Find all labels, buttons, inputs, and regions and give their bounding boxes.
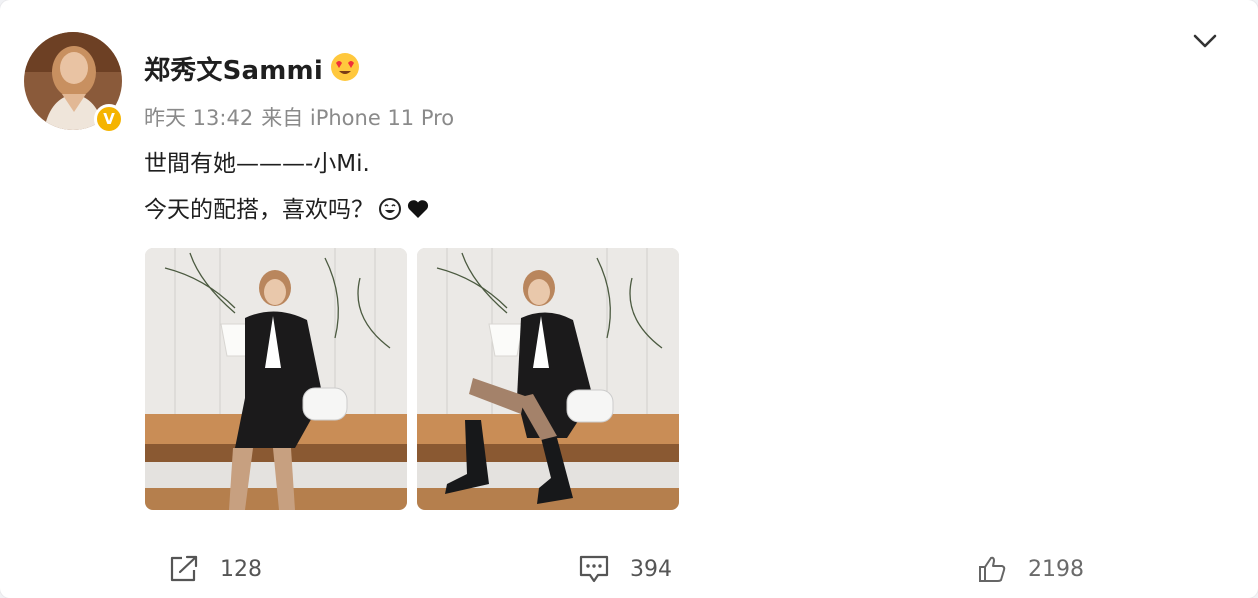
- chevron-down-icon[interactable]: [1190, 28, 1220, 52]
- black-heart-icon: [406, 197, 430, 227]
- post-text-line-1: 世間有她———-小Mi.: [144, 151, 370, 177]
- post-photo-2[interactable]: [417, 248, 679, 510]
- heart-eyes-emoji-icon: [330, 52, 360, 82]
- share-action[interactable]: 128: [168, 552, 262, 586]
- post-time[interactable]: 昨天 13:42: [144, 106, 253, 130]
- author-name[interactable]: 郑秀文Sammi: [144, 50, 323, 87]
- comment-count: 394: [630, 556, 672, 582]
- post-text-line-2-content: 今天的配搭，喜欢吗？: [144, 197, 374, 223]
- verified-badge: V: [94, 104, 124, 134]
- post-source: 来自 iPhone 11 Pro: [261, 106, 455, 130]
- post-meta: 昨天 13:42 来自 iPhone 11 Pro: [144, 102, 462, 132]
- post-text-line-2: 今天的配搭，喜欢吗？: [144, 190, 430, 227]
- comment-action[interactable]: 394: [578, 552, 672, 586]
- like-action[interactable]: 2198: [976, 552, 1084, 586]
- smile-emoji-icon: [378, 197, 402, 227]
- like-count: 2198: [1028, 556, 1084, 582]
- post-photo-1[interactable]: [145, 248, 407, 510]
- share-count: 128: [220, 556, 262, 582]
- weibo-post-card: V 郑秀文Sammi 昨天 13:42 来自 iPhone 11 Pro 世間有她…: [0, 0, 1258, 598]
- thumbs-up-icon: [979, 556, 1006, 582]
- share-icon: [170, 555, 198, 582]
- comment-icon: [579, 555, 609, 583]
